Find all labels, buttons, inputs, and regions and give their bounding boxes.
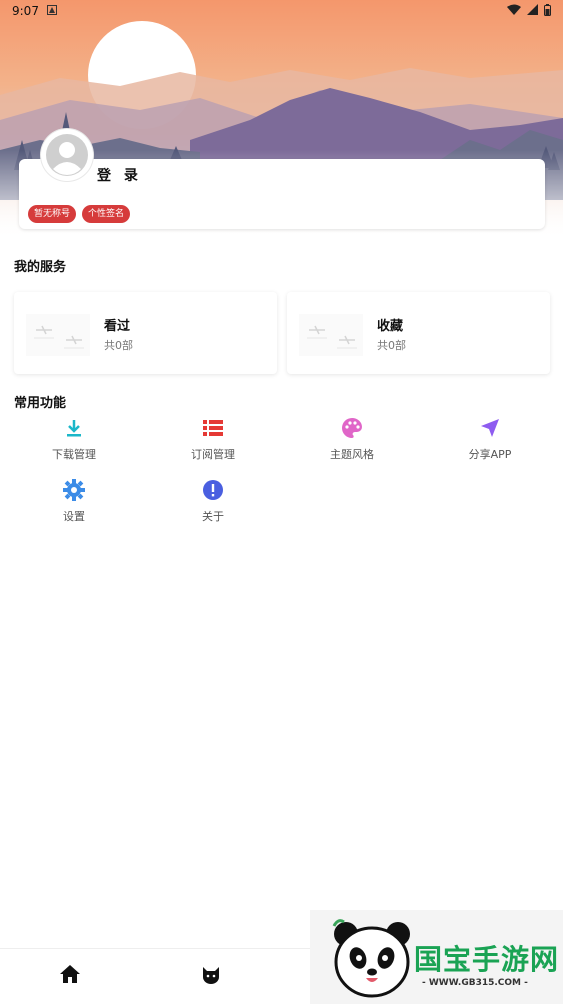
- download-manager-button[interactable]: 下载管理: [24, 416, 124, 462]
- panda-logo-icon: [332, 919, 410, 998]
- download-icon: [62, 416, 86, 440]
- favorites-title: 收藏: [377, 319, 404, 334]
- avatar[interactable]: [41, 129, 93, 181]
- send-icon: [478, 416, 502, 440]
- watermark-brand: 国宝手游网: [414, 943, 560, 976]
- cat-face-icon[interactable]: [200, 963, 224, 987]
- services-section-title: 我的服务: [14, 260, 67, 275]
- login-button[interactable]: 登 录: [97, 165, 142, 185]
- about-button[interactable]: 关于: [163, 478, 263, 524]
- watermark-overlay: 国宝手游网 - WWW.GB315.COM -: [310, 910, 563, 1004]
- settings-button[interactable]: 设置: [24, 478, 124, 524]
- title-badge: 暂无称号: [28, 205, 77, 223]
- battery-icon: [544, 3, 551, 19]
- history-count: 共0部: [104, 339, 133, 352]
- notification-icon: [46, 4, 57, 18]
- settings-label: 设置: [63, 510, 85, 523]
- subscription-manager-label: 订阅管理: [191, 448, 235, 461]
- history-placeholder-icon: [26, 314, 90, 356]
- share-app-button[interactable]: 分享APP: [440, 416, 540, 462]
- signal-icon: [527, 4, 538, 18]
- functions-section-title: 常用功能: [14, 396, 67, 411]
- info-icon: [201, 478, 225, 502]
- favorites-placeholder-icon: [299, 314, 363, 356]
- favorites-count: 共0部: [377, 339, 406, 352]
- status-bar: 9:07: [0, 0, 563, 22]
- theme-style-label: 主题风格: [330, 448, 374, 461]
- about-label: 关于: [202, 510, 224, 523]
- share-app-label: 分享APP: [468, 448, 512, 461]
- list-icon: [201, 416, 225, 440]
- favorites-card[interactable]: 收藏 共0部: [287, 292, 550, 374]
- default-avatar-icon: [46, 134, 88, 176]
- history-title: 看过: [104, 319, 131, 334]
- subscription-manager-button[interactable]: 订阅管理: [163, 416, 263, 462]
- watermark-url: - WWW.GB315.COM -: [422, 978, 528, 988]
- history-card[interactable]: 看过 共0部: [14, 292, 277, 374]
- profile-tags: 暂无称号 个性签名: [28, 205, 131, 223]
- home-icon[interactable]: [59, 963, 83, 987]
- download-manager-label: 下载管理: [52, 448, 96, 461]
- wifi-icon: [507, 4, 521, 18]
- palette-icon: [340, 416, 364, 440]
- theme-style-button[interactable]: 主题风格: [302, 416, 402, 462]
- gear-icon: [62, 478, 86, 502]
- status-time: 9:07: [12, 4, 39, 18]
- signature-badge: 个性签名: [82, 205, 131, 223]
